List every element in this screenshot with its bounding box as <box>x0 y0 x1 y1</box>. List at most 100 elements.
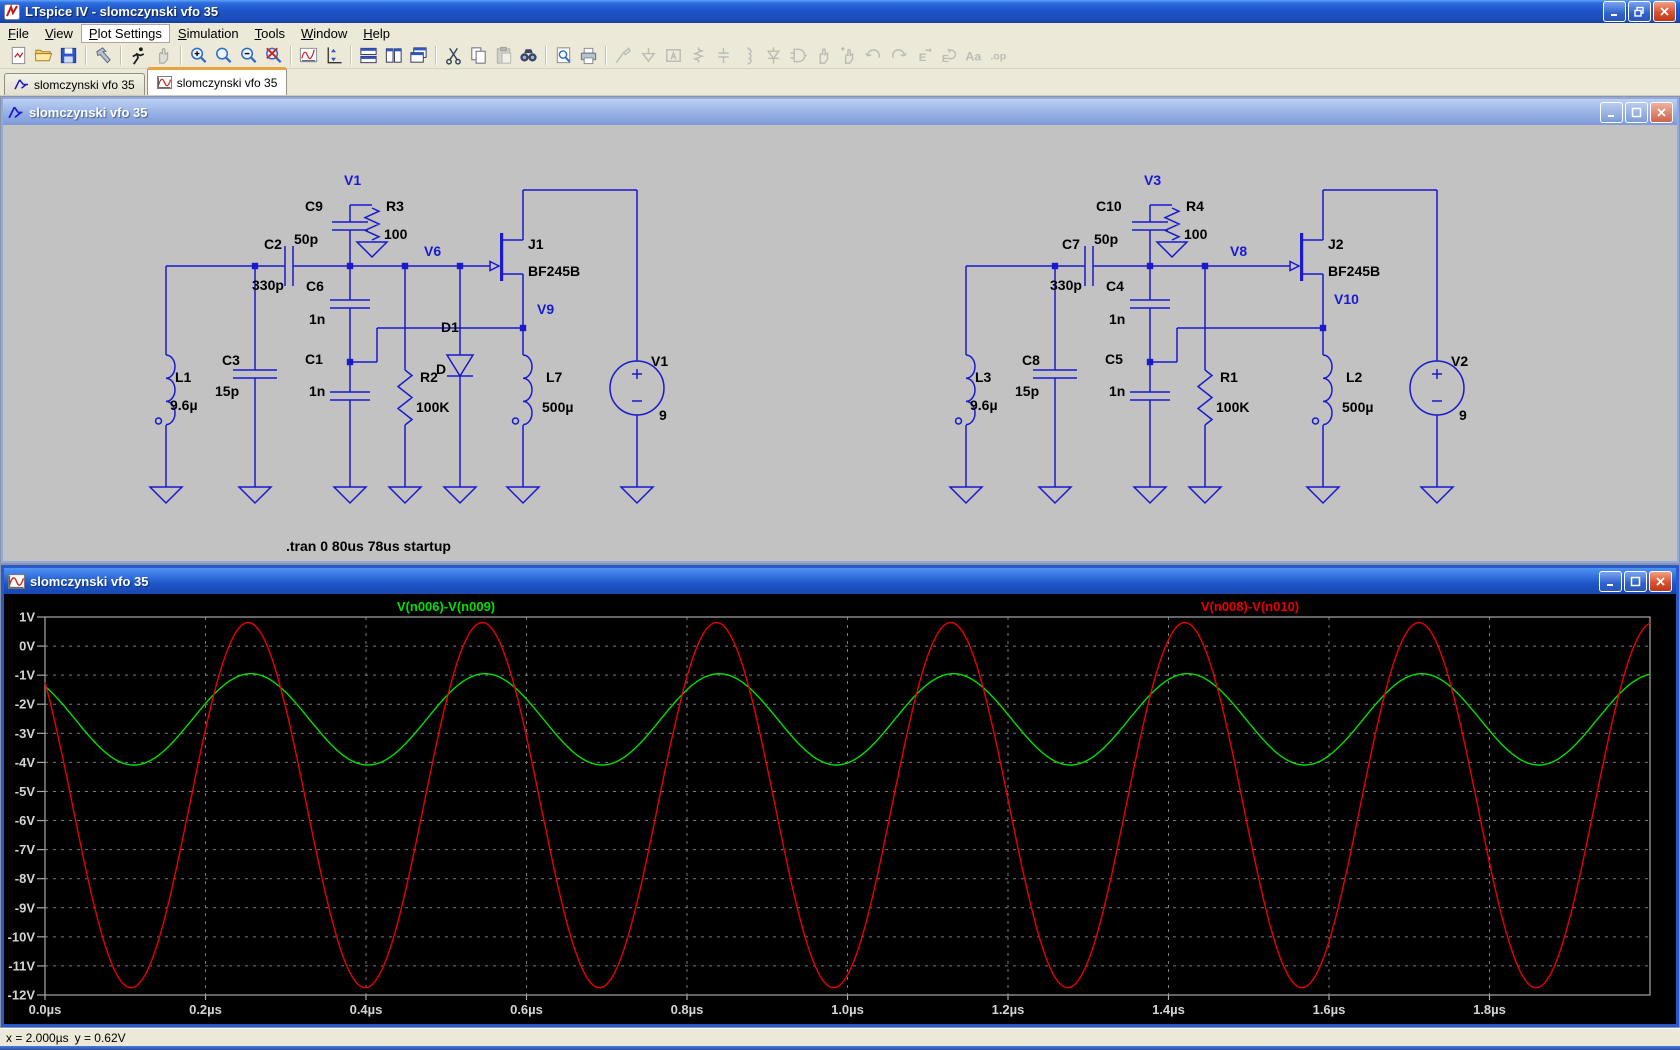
component-label[interactable]: 100 <box>384 226 408 242</box>
component-label[interactable]: C5 <box>1105 351 1123 367</box>
component-label[interactable]: 100 <box>1184 226 1208 242</box>
menu-help[interactable]: Help <box>355 24 398 43</box>
toolbar-control-panel-button[interactable] <box>91 44 116 67</box>
toolbar-zoom-out-button[interactable] <box>236 44 261 67</box>
component-label[interactable]: C8 <box>1022 352 1040 368</box>
component-label[interactable]: D1 <box>441 319 459 335</box>
toolbar-zoom-in-button[interactable] <box>186 44 211 67</box>
menu-simulation[interactable]: Simulation <box>170 24 247 43</box>
component-label[interactable]: J2 <box>1328 236 1344 252</box>
component-label[interactable]: L1 <box>175 369 192 385</box>
component-label[interactable]: 9 <box>659 407 667 423</box>
component-label[interactable]: C6 <box>306 278 324 294</box>
component-label[interactable]: R3 <box>386 198 404 214</box>
component-label[interactable]: 500µ <box>1342 399 1373 415</box>
toolbar-tile-horizontal-button[interactable] <box>356 44 381 67</box>
close-icon[interactable] <box>1649 571 1672 592</box>
net-label[interactable]: V3 <box>1144 172 1161 188</box>
svg-text:E: E <box>919 52 927 64</box>
component-label[interactable]: D <box>436 361 446 377</box>
toolbar-copy-button[interactable] <box>466 44 491 67</box>
toolbar-cascade-button[interactable] <box>406 44 431 67</box>
spice-directive-text[interactable]: .tran 0 80us 78us startup <box>286 538 451 554</box>
toolbar-tile-vertical-button[interactable] <box>381 44 406 67</box>
toolbar-zoom-full-button[interactable] <box>261 44 286 67</box>
component-label[interactable]: 15p <box>1015 383 1039 399</box>
trace-label[interactable]: V(n008)-V(n010) <box>1201 599 1299 614</box>
waveform-plot[interactable]: 1V0V-1V-2V-3V-4V-5V-6V-7V-8V-9V-10V-11V-… <box>4 594 1676 1024</box>
menu-tools[interactable]: Tools <box>247 24 293 43</box>
menu-plot-settings[interactable]: Plot Settings <box>81 24 170 43</box>
component-label[interactable]: 9 <box>1459 407 1467 423</box>
tab-waveform[interactable]: slomczynski vfo 35 <box>147 67 288 95</box>
net-label[interactable]: V9 <box>537 301 554 317</box>
toolbar-find-button[interactable] <box>516 44 541 67</box>
toolbar-cut-button[interactable] <box>441 44 466 67</box>
minimize-button[interactable] <box>1600 102 1623 123</box>
toolbar-open-button[interactable] <box>31 44 56 67</box>
component-label[interactable]: C9 <box>305 198 323 214</box>
component-label[interactable]: C2 <box>264 236 282 252</box>
component-label[interactable]: V2 <box>1451 353 1468 369</box>
component-label[interactable]: BF245B <box>1328 263 1380 279</box>
component-label[interactable]: 100K <box>1216 399 1249 415</box>
component-label[interactable]: 50p <box>294 231 318 247</box>
menu-file[interactable]: File <box>0 24 37 43</box>
component-label[interactable]: L3 <box>975 369 992 385</box>
menu-window[interactable]: Window <box>293 24 355 43</box>
net-label[interactable]: V8 <box>1230 243 1247 259</box>
close-button[interactable] <box>1653 1 1676 22</box>
schematic-title-bar[interactable]: slomczynski vfo 35 <box>3 99 1677 125</box>
component-label[interactable]: 1n <box>1109 311 1125 327</box>
component-label[interactable]: L2 <box>1346 369 1363 385</box>
component-label[interactable]: 1n <box>309 383 325 399</box>
toolbar-new-schematic-button[interactable] <box>6 44 31 67</box>
zoom-area-icon <box>213 45 234 66</box>
component-label[interactable]: J1 <box>528 236 544 252</box>
maximize-button[interactable] <box>1624 571 1647 592</box>
minimize-button[interactable] <box>1603 1 1626 22</box>
component-label[interactable]: C4 <box>1106 278 1124 294</box>
toolbar-zoom-extents-button[interactable] <box>321 44 346 67</box>
component-label[interactable]: C1 <box>305 351 323 367</box>
close-icon[interactable] <box>1650 102 1673 123</box>
component-label[interactable]: 1n <box>1109 383 1125 399</box>
component-label[interactable]: L7 <box>546 369 563 385</box>
maximize-button[interactable] <box>1625 102 1648 123</box>
component-label[interactable]: BF245B <box>528 263 580 279</box>
component-label[interactable]: C10 <box>1096 198 1122 214</box>
minimize-button[interactable] <box>1599 571 1622 592</box>
toolbar-print-button[interactable] <box>576 44 601 67</box>
trace-v-n008-v-n010-[interactable] <box>45 623 1650 988</box>
toolbar-paste-button <box>491 44 516 67</box>
toolbar-run-button[interactable] <box>126 44 151 67</box>
net-label[interactable]: V1 <box>344 172 361 188</box>
tab-schematic[interactable]: slomczynski vfo 35 <box>4 73 145 95</box>
toolbar-autorange-button[interactable] <box>296 44 321 67</box>
component-label[interactable]: 330p <box>252 277 284 293</box>
toolbar-zoom-area-button[interactable] <box>211 44 236 67</box>
trace-label[interactable]: V(n006)-V(n009) <box>397 599 495 614</box>
schematic-canvas[interactable]: V1C950pR3100C2330pC61nC11nC315pL19.6µR21… <box>3 125 1677 561</box>
waveform-title-bar[interactable]: slomczynski vfo 35 <box>4 568 1676 594</box>
component-label[interactable]: 330p <box>1050 277 1082 293</box>
component-label[interactable]: R4 <box>1186 198 1204 214</box>
component-label[interactable]: 100K <box>416 399 449 415</box>
menu-view[interactable]: View <box>37 24 81 43</box>
component-label[interactable]: 9.6µ <box>970 397 998 413</box>
net-label[interactable]: V10 <box>1334 291 1359 307</box>
trace-v-n006-v-n009-[interactable] <box>45 674 1650 765</box>
component-label[interactable]: 1n <box>309 311 325 327</box>
toolbar-print-preview-button[interactable] <box>551 44 576 67</box>
component-label[interactable]: 50p <box>1094 231 1118 247</box>
component-label[interactable]: 500µ <box>542 399 573 415</box>
net-label[interactable]: V6 <box>424 243 441 259</box>
component-label[interactable]: R1 <box>1220 369 1238 385</box>
component-label[interactable]: V1 <box>651 353 668 369</box>
component-label[interactable]: C3 <box>222 352 240 368</box>
toolbar-save-button[interactable] <box>56 44 81 67</box>
restore-button[interactable] <box>1628 1 1651 22</box>
component-label[interactable]: 15p <box>215 383 239 399</box>
component-label[interactable]: C7 <box>1062 236 1080 252</box>
component-label[interactable]: 9.6µ <box>170 397 198 413</box>
